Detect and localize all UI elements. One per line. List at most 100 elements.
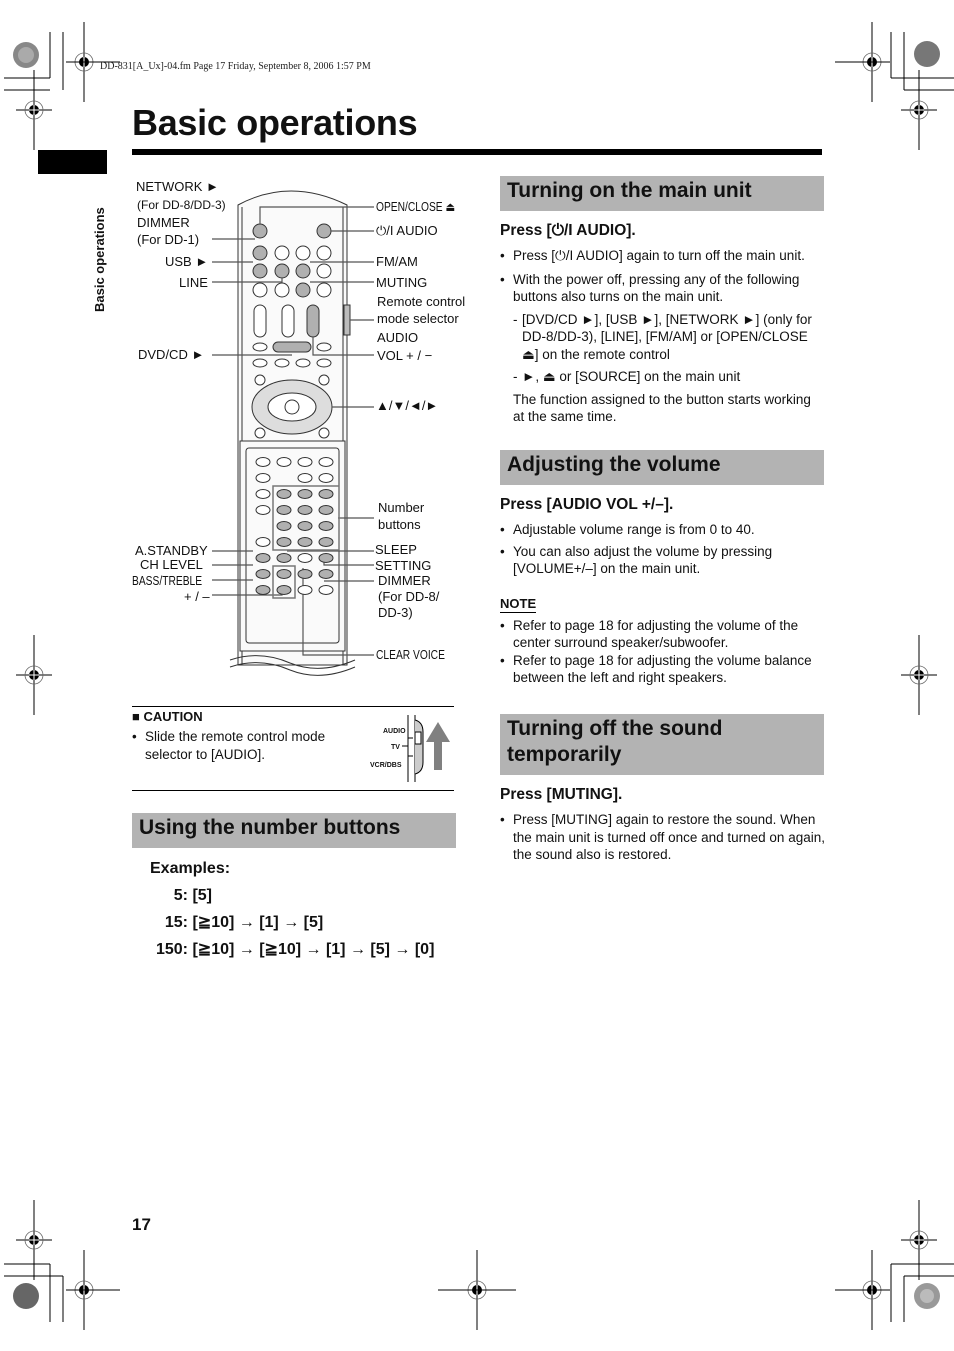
label-muting: MUTING — [376, 275, 428, 290]
label-openclose: OPEN/CLOSE ⏏ — [376, 200, 456, 214]
bullet: With the power off, pressing any of the … — [500, 271, 825, 306]
power-audio-button — [316, 223, 332, 239]
remote-button — [276, 537, 292, 547]
remote-button — [276, 585, 292, 595]
remote-button — [297, 505, 313, 515]
crosshair-icon — [15, 69, 53, 151]
remote-button — [297, 569, 313, 579]
muting-heading: Turning off the sound temporarily — [500, 714, 824, 775]
selector-label-audio: AUDIO — [383, 728, 406, 735]
remote-button — [318, 537, 334, 547]
crosshair-icon — [15, 1199, 53, 1281]
example-row: 15: [≧10] → [1] → [5] — [164, 914, 324, 931]
remote-button — [276, 505, 292, 515]
remote-button — [297, 457, 313, 467]
remote-button — [318, 553, 334, 563]
label-network-note: (For DD-8/DD-3) — [137, 198, 226, 212]
crosshair-icon — [900, 69, 938, 151]
label-sleep: SLEEP — [375, 542, 417, 557]
crosshair-icon — [900, 634, 938, 716]
remote-button — [255, 505, 271, 515]
example-row: 5: [5] — [173, 887, 213, 904]
volume-heading: Adjusting the volume — [500, 450, 824, 485]
caution-bottom-rule — [132, 790, 454, 791]
examples-label: Examples: — [150, 860, 231, 877]
remote-button — [255, 489, 271, 499]
title-rule — [132, 149, 822, 155]
label-usb: USB ► — [165, 254, 209, 269]
muting-press: Press [MUTING]. — [500, 786, 623, 803]
remote-button — [297, 473, 313, 483]
remote-button — [255, 473, 271, 483]
label-network: NETWORK ► — [136, 179, 219, 194]
turning-on-press: Press [⏻/I AUDIO]. — [500, 222, 636, 239]
label-audio-vol-1: AUDIO — [377, 330, 419, 345]
remote-button — [255, 553, 271, 563]
page-title: Basic operations — [132, 102, 418, 143]
selector-label-vcrdbs: VCR/DBS — [370, 762, 402, 769]
label-line: LINE — [179, 275, 208, 290]
remote-button — [318, 489, 334, 499]
crosshair-icon — [15, 634, 53, 716]
crosshair-icon — [900, 1199, 938, 1281]
label-dvdcd: DVD/CD ► — [138, 347, 205, 362]
label-cursor: ▲/▼/◄/► — [376, 398, 439, 413]
label-number-1: Number — [378, 500, 425, 515]
remote-button — [297, 553, 313, 563]
remote-button — [297, 521, 313, 531]
bullet: Press [MUTING] again to restore the soun… — [500, 811, 825, 864]
remote-button — [318, 457, 334, 467]
label-dimmer-note: (For DD-1) — [137, 232, 200, 247]
caution-title: ■ CAUTION — [132, 709, 203, 724]
muting-body: Press [MUTING] again to restore the soun… — [500, 811, 825, 864]
turning-on-body: Press [⏻/I AUDIO] again to turn off the … — [500, 247, 825, 426]
sub-item: - ►, ⏏ or [SOURCE] on the main unit — [513, 369, 741, 384]
label-astandby: A.STANDBY — [135, 543, 208, 558]
open-close-button — [252, 223, 268, 239]
registration-mark-icon — [914, 41, 940, 67]
remote-button — [276, 489, 292, 499]
remote-button — [276, 457, 292, 467]
remote-button — [297, 489, 313, 499]
example-row: 150: [≧10] → [≧10] → [1] → [5] → [0] — [155, 941, 435, 958]
mode-selector-illustration — [402, 715, 450, 782]
turning-on-footer: The function assigned to the button star… — [513, 391, 811, 425]
label-dimmer2-1: DIMMER — [378, 573, 431, 588]
label-mode-selector-2: mode selector — [377, 311, 459, 326]
examples-list: 5: [5] 15: [≧10] → [1] → [5] 150: [≧10] … — [150, 882, 434, 963]
label-basstreble: BASS/TREBLE — [132, 574, 203, 588]
selector-label-tv: TV — [391, 744, 400, 751]
label-dimmer2-2: (For DD-8/ — [378, 589, 440, 604]
label-chlevel: CH LEVEL — [140, 557, 203, 572]
number-buttons-heading: Using the number buttons — [132, 813, 456, 848]
remote-button — [276, 553, 292, 563]
label-plusminus: + / – — [184, 589, 210, 604]
page-number: 17 — [132, 1215, 151, 1234]
label-power-audio: ⏻/I AUDIO — [376, 223, 438, 238]
sub-item: - [DVD/CD ►], [USB ►], [NETWORK ►] (only … — [513, 311, 812, 362]
side-tab-label: Basic operations — [92, 207, 107, 312]
remote-button — [318, 569, 334, 579]
remote-button — [255, 457, 271, 467]
label-setting: SETTING — [375, 558, 432, 573]
remote-button — [276, 569, 292, 579]
label-dimmer2-3: DD-3) — [378, 605, 413, 620]
remote-button — [318, 473, 334, 483]
remote-button — [297, 585, 313, 595]
volume-body: Adjustable volume range is from 0 to 40.… — [500, 521, 825, 687]
remote-button — [318, 521, 334, 531]
remote-button — [276, 521, 292, 531]
side-tab-marker — [38, 150, 107, 174]
label-dimmer: DIMMER — [137, 215, 190, 230]
note-title: NOTE — [500, 595, 537, 613]
number-button-area — [255, 457, 340, 599]
bullet: You can also adjust the volume by pressi… — [500, 543, 825, 578]
print-header: DD-831[A_Ux]-04.fm Page 17 Friday, Septe… — [100, 61, 371, 72]
label-clearvoice: CLEAR VOICE — [376, 648, 445, 662]
volume-press: Press [AUDIO VOL +/–]. — [500, 496, 674, 513]
label-mode-selector-1: Remote control — [377, 294, 466, 309]
remote-button — [255, 585, 271, 595]
turning-on-heading: Turning on the main unit — [500, 176, 824, 211]
note-item: Refer to page 18 for adjusting the volum… — [500, 617, 825, 652]
remote-button — [318, 505, 334, 515]
